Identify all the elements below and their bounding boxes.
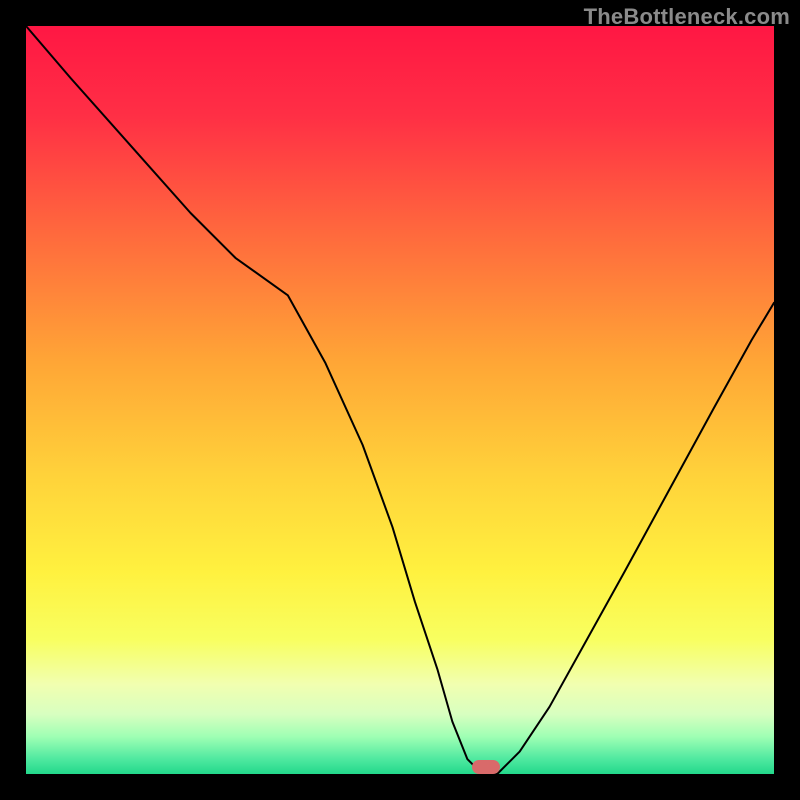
optimal-marker xyxy=(472,760,500,774)
chart-frame: TheBottleneck.com xyxy=(0,0,800,800)
watermark-text: TheBottleneck.com xyxy=(584,4,790,30)
plot-area xyxy=(26,26,774,774)
background-gradient xyxy=(26,26,774,774)
